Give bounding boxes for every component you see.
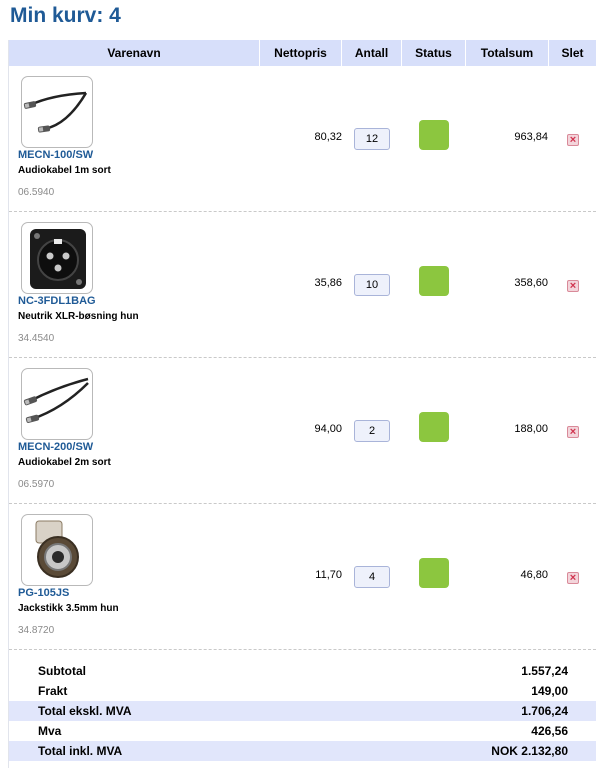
- line-total: 46,80: [520, 569, 548, 581]
- header-net-price: Nettopris: [260, 40, 342, 66]
- quantity-input[interactable]: 4: [354, 566, 390, 588]
- product-code-link[interactable]: NC-3FDL1BAG: [18, 295, 96, 307]
- line-total: 358,60: [514, 277, 548, 289]
- net-price: 11,70: [315, 569, 342, 581]
- product-name: Jackstikk 3.5mm hun: [18, 603, 119, 614]
- table-row: PG-105JS Jackstikk 3.5mm hun 34.8720 11,…: [9, 504, 596, 650]
- summary-value: 149,00: [531, 684, 568, 698]
- xlr-socket-icon[interactable]: [21, 222, 93, 294]
- header-qty: Antall: [342, 40, 402, 66]
- summary-label: Total inkl. MVA: [38, 744, 123, 758]
- quantity-input[interactable]: 10: [354, 274, 390, 296]
- summary-freight: Frakt 149,00: [9, 681, 596, 701]
- summary-total-incl-vat: Total inkl. MVA NOK 2.132,80: [9, 741, 596, 761]
- delete-icon[interactable]: ×: [567, 280, 579, 292]
- product-name: Audiokabel 1m sort: [18, 165, 111, 176]
- table-row: NC-3FDL1BAG Neutrik XLR-bøsning hun 34.4…: [9, 212, 596, 358]
- product-name: Audiokabel 2m sort: [18, 457, 111, 468]
- summary-vat: Mva 426,56: [9, 721, 596, 741]
- quantity-input[interactable]: 2: [354, 420, 390, 442]
- line-total: 188,00: [514, 423, 548, 435]
- header-delete: Slet: [561, 46, 584, 60]
- summary-value: 426,56: [531, 724, 568, 738]
- summary-label: Subtotal: [38, 664, 86, 678]
- quantity-input[interactable]: 12: [354, 128, 390, 150]
- header-name: Varenavn: [9, 40, 260, 66]
- header-status: Status: [402, 40, 466, 66]
- cart-summary: Subtotal 1.557,24 Frakt 149,00 Total eks…: [9, 661, 596, 761]
- product-code-link[interactable]: PG-105JS: [18, 587, 69, 599]
- summary-label: Mva: [38, 724, 62, 738]
- status-indicator: [419, 412, 449, 442]
- delete-icon[interactable]: ×: [567, 134, 579, 146]
- product-sku: 34.4540: [18, 333, 55, 344]
- net-price: 94,00: [314, 423, 342, 435]
- status-indicator: [419, 558, 449, 588]
- line-total: 963,84: [514, 131, 548, 143]
- net-price: 35,86: [314, 277, 342, 289]
- table-row: MECN-100/SW Audiokabel 1m sort 06.5940 8…: [9, 66, 596, 212]
- product-sku: 06.5970: [18, 479, 55, 490]
- delete-icon[interactable]: ×: [567, 572, 579, 584]
- status-indicator: [419, 266, 449, 296]
- jack-socket-icon[interactable]: [21, 514, 93, 586]
- product-sku: 34.8720: [18, 625, 55, 636]
- summary-total-excl-vat: Total ekskl. MVA 1.706,24: [9, 701, 596, 721]
- summary-value: 1.706,24: [521, 704, 568, 718]
- table-header: Varenavn Nettopris Antall Status Totalsu…: [9, 40, 596, 66]
- black-xlr-cable-icon[interactable]: [21, 368, 93, 440]
- product-sku: 06.5940: [18, 187, 55, 198]
- summary-subtotal: Subtotal 1.557,24: [9, 661, 596, 681]
- net-price: 80,32: [314, 131, 342, 143]
- summary-value: 1.557,24: [521, 664, 568, 678]
- table-row: MECN-200/SW Audiokabel 2m sort 06.5970 9…: [9, 358, 596, 504]
- summary-value: NOK 2.132,80: [491, 744, 568, 758]
- product-code-link[interactable]: MECN-100/SW: [18, 149, 93, 161]
- status-indicator: [419, 120, 449, 150]
- delete-icon[interactable]: ×: [567, 426, 579, 438]
- header-total: Totalsum: [466, 40, 549, 66]
- black-xlr-cable-icon[interactable]: [21, 76, 93, 148]
- summary-label: Total ekskl. MVA: [38, 704, 132, 718]
- product-code-link[interactable]: MECN-200/SW: [18, 441, 93, 453]
- cart-title: Min kurv: 4: [10, 4, 121, 27]
- product-name: Neutrik XLR-bøsning hun: [18, 311, 139, 322]
- summary-label: Frakt: [38, 684, 68, 698]
